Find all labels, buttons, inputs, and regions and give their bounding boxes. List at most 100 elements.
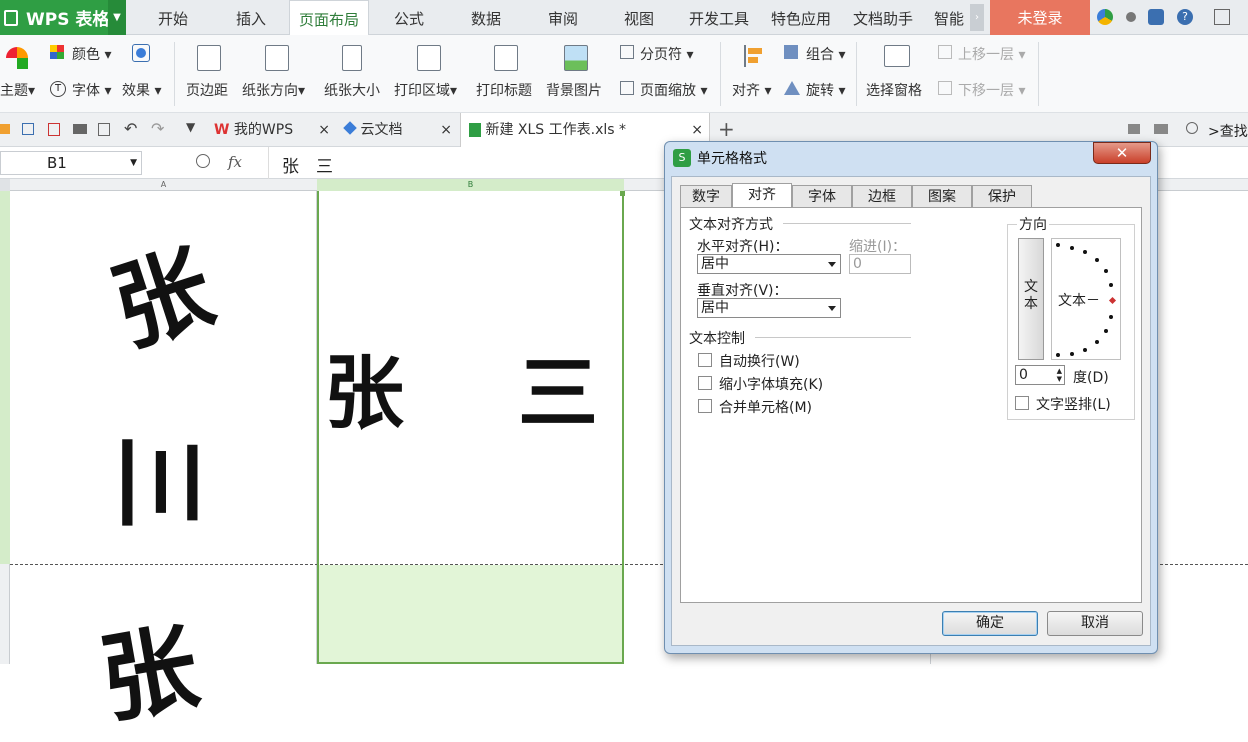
group-button[interactable]: 组合 ▾ xyxy=(806,44,845,64)
select-all-corner[interactable] xyxy=(0,179,10,191)
print-titles-icon[interactable] xyxy=(494,45,518,71)
fill-handle[interactable] xyxy=(620,191,625,196)
search-button[interactable]: >查找 xyxy=(1208,121,1248,141)
merge-cells-checkbox[interactable] xyxy=(698,399,712,413)
orientation-dial[interactable]: 文本－ xyxy=(1051,238,1121,360)
tab-border[interactable]: 边框 xyxy=(852,185,912,207)
align-button[interactable]: 对齐 ▾ xyxy=(732,80,771,100)
tab-special[interactable]: 特色应用 xyxy=(764,0,838,35)
settings-icon[interactable] xyxy=(1126,12,1136,22)
page-break-button[interactable]: 分页符 ▾ xyxy=(640,44,693,64)
orientation-button[interactable]: 纸张方向▾ xyxy=(242,80,305,100)
tab-insert[interactable]: 插入 xyxy=(222,0,280,35)
save-icon[interactable] xyxy=(22,123,34,135)
dial-marker[interactable] xyxy=(1108,296,1117,305)
cloud-sync-icon[interactable] xyxy=(1097,9,1113,25)
shrink-to-fit-checkbox[interactable] xyxy=(698,376,712,390)
font-icon[interactable]: T xyxy=(50,81,66,97)
tab-developer[interactable]: 开发工具 xyxy=(682,0,756,35)
tab-review[interactable]: 审阅 xyxy=(534,0,592,35)
effect-icon[interactable] xyxy=(132,44,150,62)
degree-stepper[interactable]: 0 ▲ ▼ xyxy=(1015,365,1065,385)
page-zoom-icon[interactable] xyxy=(620,81,634,95)
app-menu-button[interactable]: WPS 表格 ▼ xyxy=(0,0,126,35)
background-image-button[interactable]: 背景图片 xyxy=(546,80,602,100)
margin-button[interactable]: 页边距 xyxy=(186,80,228,100)
print-titles-button[interactable]: 打印标题 xyxy=(476,80,532,100)
print-area-icon[interactable] xyxy=(417,45,441,71)
zoom-formula-icon[interactable] xyxy=(196,154,210,168)
name-box[interactable]: B1 ▼ xyxy=(0,151,142,175)
open-icon[interactable] xyxy=(0,124,10,134)
redo-icon[interactable]: ↷ xyxy=(151,119,164,138)
search-icon[interactable] xyxy=(1186,122,1198,134)
tab-view[interactable]: 视图 xyxy=(610,0,668,35)
export-pdf-icon[interactable] xyxy=(48,123,60,136)
group-icon[interactable] xyxy=(784,45,798,59)
tab-formulas[interactable]: 公式 xyxy=(380,0,438,35)
tab-protection[interactable]: 保护 xyxy=(972,185,1032,207)
background-image-icon[interactable] xyxy=(564,45,588,71)
align-icon[interactable] xyxy=(744,45,762,67)
tab-smart[interactable]: 智能 xyxy=(928,0,970,35)
vertical-stack-checkbox[interactable] xyxy=(1015,396,1029,410)
column-header-a[interactable]: A xyxy=(10,179,317,191)
tab-data[interactable]: 数据 xyxy=(457,0,515,35)
merge-cells-label[interactable]: 合并单元格(M) xyxy=(719,397,812,417)
color-button[interactable]: 颜色 ▾ xyxy=(72,44,111,64)
collapse-ribbon-icon[interactable] xyxy=(1214,9,1230,25)
wrap-text-checkbox[interactable] xyxy=(698,353,712,367)
paper-size-button[interactable]: 纸张大小 xyxy=(324,80,380,100)
page-break-icon[interactable] xyxy=(620,45,634,59)
wrap-text-label[interactable]: 自动换行(W) xyxy=(719,351,800,371)
chevron-down-icon[interactable]: ▼ xyxy=(108,0,126,35)
spin-arrows-icon[interactable]: ▲ ▼ xyxy=(1057,367,1062,383)
color-icon[interactable] xyxy=(50,45,64,59)
ok-button[interactable]: 确定 xyxy=(942,611,1038,636)
formula-input[interactable]: 张 三 xyxy=(282,152,333,177)
close-icon[interactable]: × xyxy=(440,113,452,147)
tab-doc-assistant[interactable]: 文档助手 xyxy=(846,0,920,35)
tab-alignment[interactable]: 对齐 xyxy=(732,183,792,208)
fx-icon[interactable]: fx xyxy=(228,153,242,171)
share-icon[interactable] xyxy=(1154,124,1168,134)
rotate-icon[interactable] xyxy=(784,81,800,95)
cancel-button[interactable]: 取消 xyxy=(1047,611,1143,636)
column-header-b[interactable]: B xyxy=(317,179,624,191)
print-area-button[interactable]: 打印区域▾ xyxy=(394,80,457,100)
chevron-down-icon[interactable]: ▼ xyxy=(130,152,137,174)
vertical-stack-label[interactable]: 文字竖排(L) xyxy=(1036,394,1111,414)
dialog-close-button[interactable]: ✕ xyxy=(1093,142,1151,164)
tab-pattern[interactable]: 图案 xyxy=(912,185,972,207)
selection-pane-icon[interactable] xyxy=(884,45,910,67)
page-zoom-button[interactable]: 页面缩放 ▾ xyxy=(640,80,707,100)
theme-icon[interactable] xyxy=(6,47,28,69)
customize-dropdown-icon[interactable]: ▼ xyxy=(186,120,195,134)
selection-pane-button[interactable]: 选择窗格 xyxy=(866,80,922,100)
horizontal-align-select[interactable]: 居中 xyxy=(697,254,841,274)
undo-icon[interactable]: ↶ xyxy=(124,119,137,138)
chevron-right-icon[interactable]: › xyxy=(970,4,984,31)
doc-tab-cloud[interactable]: 云文档 × xyxy=(340,113,458,147)
theme-button[interactable]: 主题▾ xyxy=(0,80,35,100)
tab-home[interactable]: 开始 xyxy=(144,0,202,35)
help-icon[interactable]: ? xyxy=(1177,9,1193,25)
new-tab-icon[interactable]: + xyxy=(718,117,735,141)
font-button[interactable]: 字体 ▾ xyxy=(72,80,111,100)
print-preview-icon[interactable] xyxy=(98,123,110,136)
close-icon[interactable]: × xyxy=(318,113,330,147)
print-icon[interactable] xyxy=(73,124,87,134)
window-icon[interactable] xyxy=(1128,124,1140,134)
row-header-1[interactable] xyxy=(0,191,10,564)
doc-tab-my-wps[interactable]: W 我的WPS × xyxy=(206,113,336,147)
vertical-align-select[interactable]: 居中 xyxy=(697,298,841,318)
tab-number[interactable]: 数字 xyxy=(680,185,732,207)
paper-size-icon[interactable] xyxy=(342,45,362,71)
rotate-button[interactable]: 旋转 ▾ xyxy=(806,80,845,100)
tab-page-layout[interactable]: 页面布局 xyxy=(289,0,369,36)
margin-icon[interactable] xyxy=(197,45,221,71)
skin-icon[interactable] xyxy=(1148,9,1164,25)
shrink-to-fit-label[interactable]: 缩小字体填充(K) xyxy=(719,374,823,394)
orientation-icon[interactable] xyxy=(265,45,289,71)
login-button[interactable]: 未登录 xyxy=(990,0,1090,35)
